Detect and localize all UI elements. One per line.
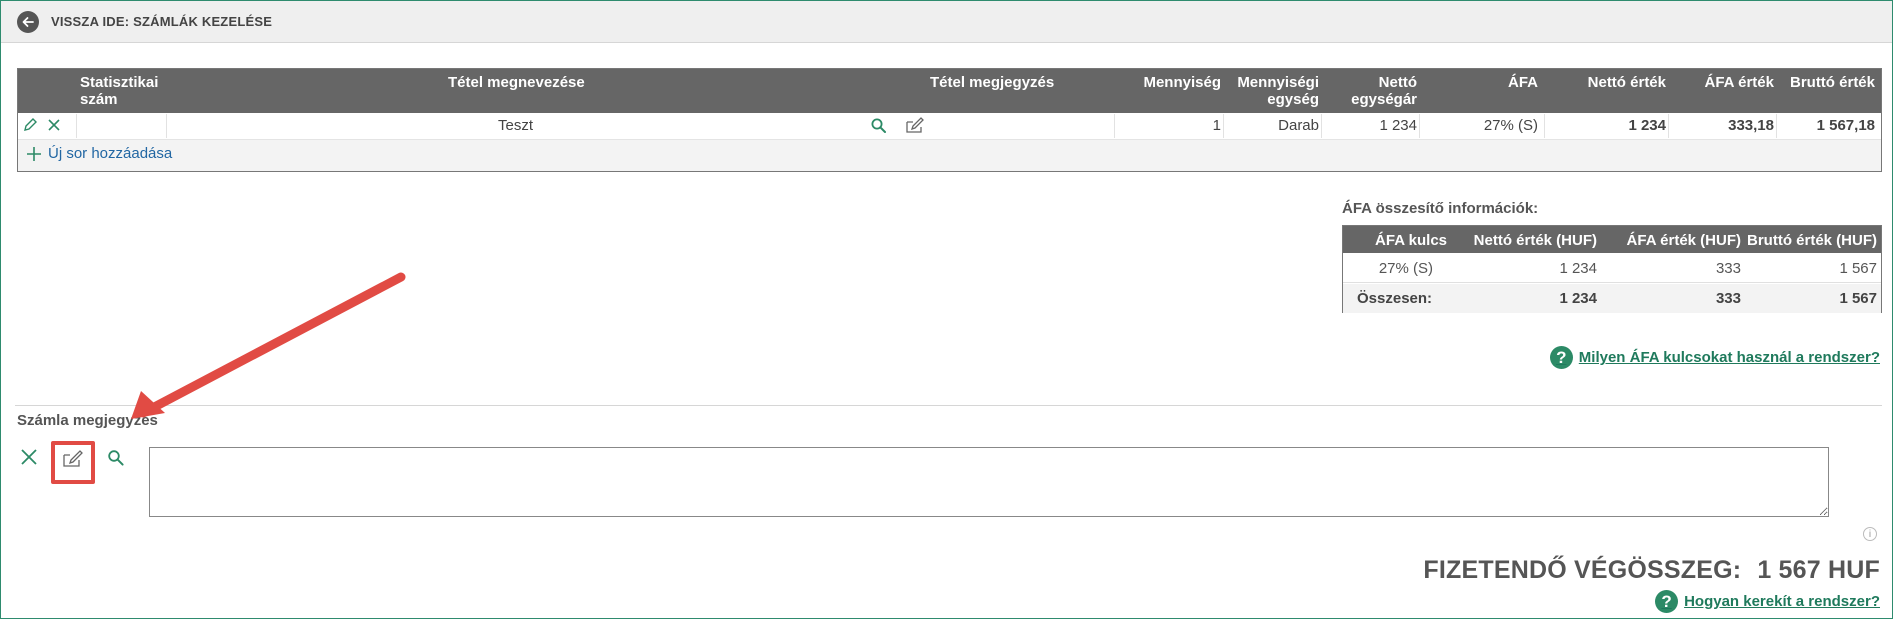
search-note-button[interactable] (107, 449, 125, 467)
back-link-label[interactable]: VISSZA IDE: SZÁMLÁK KEZELÉSE (51, 14, 272, 29)
clear-note-button[interactable] (19, 447, 39, 467)
cell-gross-value: 1 567,18 (1816, 117, 1875, 134)
vat-total-label: Összesen: (1357, 290, 1433, 307)
header-unit: Mennyiségi egység (1221, 74, 1319, 108)
cell-quantity[interactable]: 1 (1123, 117, 1221, 135)
header-unit-line1: Mennyiségi (1237, 74, 1319, 91)
question-icon: ? (1549, 346, 1573, 369)
items-table-header: Statisztikai szám Tétel megnevezése Téte… (18, 69, 1881, 113)
rounding-help-label: Hogyan kerekít a rendszer? (1684, 593, 1880, 610)
rounding-help-link[interactable]: ? Hogyan kerekít a rendszer? (1655, 590, 1880, 613)
item-note-edit-button[interactable] (904, 115, 926, 135)
header-net-value: Nettó érték (1587, 74, 1666, 91)
add-row-button[interactable]: Új sor hozzáadása (26, 145, 172, 162)
header-stat-number: Statisztikai szám (80, 74, 158, 108)
close-icon (48, 119, 60, 131)
grand-total: FIZETENDŐ VÉGÖSSZEG: 1 567 HUF (1423, 556, 1880, 585)
items-table: Statisztikai szám Tétel megnevezése Téte… (17, 68, 1882, 172)
vat-row-vat: 333 (1715, 260, 1741, 277)
question-icon: ? (1655, 590, 1679, 613)
invoice-note-textarea[interactable] (149, 447, 1829, 517)
cell-item-name[interactable]: Teszt (498, 117, 533, 135)
header-unit-line2: egység (1267, 91, 1319, 108)
edit-note-icon (906, 117, 924, 133)
column-separator (1419, 114, 1420, 138)
vat-total-row: Összesen: 1 234 333 1 567 (1343, 284, 1881, 313)
header-net-unit-line1: Nettó (1378, 74, 1417, 91)
vat-rates-help-label: Milyen ÁFA kulcsokat használ a rendszer? (1578, 349, 1880, 366)
table-row: 27% (S) 1 234 333 1 567 (1343, 254, 1881, 283)
search-icon (108, 450, 124, 466)
info-icon[interactable]: i (1863, 527, 1877, 541)
column-separator (1544, 114, 1545, 138)
vat-total-vat: 333 (1715, 290, 1741, 307)
cell-net-value: 1 234 (1628, 117, 1666, 134)
header-stat-line2: szám (80, 91, 118, 108)
header-vat-value: ÁFA érték (1704, 74, 1774, 91)
cell-vat-value: 333,18 (1728, 117, 1774, 134)
header-net-unit-line2: egységár (1351, 91, 1417, 108)
header-vat: ÁFA (1508, 74, 1538, 91)
arrow-left-icon (22, 17, 34, 27)
delete-row-button[interactable] (46, 117, 62, 133)
grand-total-amount: 1 567 HUF (1757, 556, 1880, 584)
vat-row-gross: 1 567 (1839, 260, 1877, 277)
item-search-button[interactable] (870, 117, 887, 134)
add-row-label: Új sor hozzáadása (48, 145, 173, 162)
cell-vat-rate[interactable]: 27% (S) (1438, 117, 1538, 135)
back-button[interactable] (17, 11, 39, 33)
vat-summary-header: ÁFA kulcs Nettó érték (HUF) ÁFA érték (H… (1343, 226, 1881, 253)
edit-row-button[interactable] (22, 117, 38, 133)
search-icon (871, 118, 886, 133)
vat-header-vat: ÁFA érték (HUF) (1626, 232, 1741, 249)
grand-total-label: FIZETENDŐ VÉGÖSSZEG: (1423, 556, 1742, 584)
vat-summary-title: ÁFA összesítő információk: (1342, 200, 1539, 217)
header-quantity: Mennyiség (1143, 74, 1221, 91)
annotation-arrow (131, 272, 406, 419)
cell-net-unit-price[interactable]: 1 234 (1319, 117, 1417, 135)
vat-total-gross: 1 567 (1839, 290, 1877, 307)
column-separator (166, 114, 167, 138)
vat-header-net: Nettó érték (HUF) (1473, 232, 1597, 249)
annotation-highlight-box (51, 441, 95, 484)
vat-rates-help-link[interactable]: ? Milyen ÁFA kulcsokat használ a rendsze… (1549, 346, 1880, 369)
header-stat-line1: Statisztikai (80, 74, 159, 91)
vat-header-gross: Bruttó érték (HUF) (1747, 232, 1877, 249)
cell-unit[interactable]: Darab (1221, 117, 1319, 135)
vat-row-net: 1 234 (1559, 260, 1597, 277)
column-separator (1114, 114, 1115, 138)
top-bar: VISSZA IDE: SZÁMLÁK KEZELÉSE (1, 1, 1892, 43)
close-icon (21, 449, 37, 465)
plus-icon (27, 146, 41, 161)
add-row-bar: Új sor hozzáadása (18, 139, 1881, 171)
vat-total-net: 1 234 (1559, 290, 1597, 307)
vat-header-rate: ÁFA kulcs (1375, 232, 1447, 249)
header-item-name: Tétel megnevezése (448, 74, 585, 91)
header-gross-value: Bruttó érték (1789, 74, 1875, 91)
table-row: Teszt 1 Darab 1 234 27% (S) 1 234 333,18… (18, 114, 1881, 138)
column-separator (76, 114, 77, 138)
vat-row-rate: 27% (S) (1378, 260, 1433, 277)
pencil-icon (24, 118, 37, 131)
header-item-note: Tétel megjegyzés (930, 74, 1055, 91)
vat-summary-table: ÁFA kulcs Nettó érték (HUF) ÁFA érték (H… (1342, 225, 1882, 313)
header-net-unit-price: Nettó egységár (1319, 74, 1417, 108)
